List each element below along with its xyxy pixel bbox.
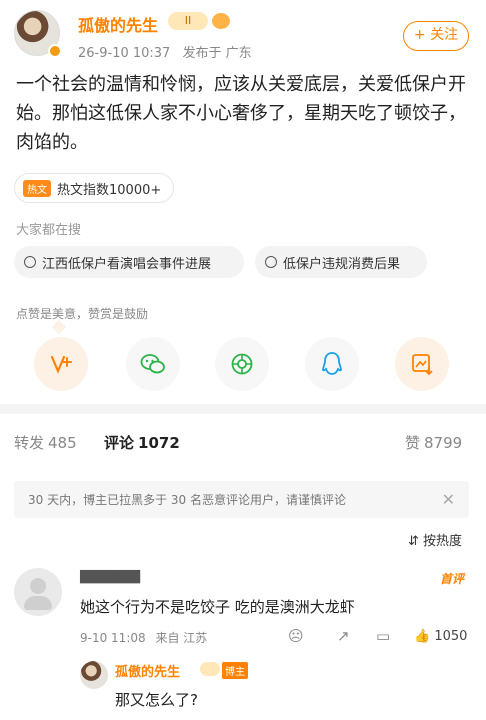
tab-like[interactable]: 赞 8799	[405, 432, 462, 453]
tab-repost-label: 转发	[14, 434, 45, 452]
search-chip-label: 江西低保户看演唱会事件进展	[42, 256, 212, 272]
hot-index-label: 热文指数10000+	[57, 182, 162, 198]
post-content: 一个社会的温情和怜悯，应该从关爱底层，关爱低保户开始。那怕这低保人家不小心奢侈了…	[16, 74, 466, 153]
reward-button[interactable]	[34, 337, 88, 391]
post-time: 26-9-10 10:37	[78, 46, 171, 61]
qq-icon	[322, 352, 342, 375]
author-name[interactable]: 孤傲的先生	[78, 12, 158, 36]
comment-source: 来自 江苏	[155, 631, 208, 645]
tab-comment-label: 评论	[104, 434, 135, 452]
comment-text: 她这个行为不是吃饺子 吃的是澳洲大龙虾	[80, 598, 355, 616]
close-icon[interactable]: ✕	[442, 490, 455, 509]
member-crown-badge: II	[168, 12, 208, 30]
moderation-notice: 30 天内，博主已拉黑多于 30 名恶意评论用户，请谨慎评论 ✕	[14, 481, 469, 518]
commenter-name-redacted[interactable]: ▇▇▇▇▇▇	[80, 569, 140, 584]
share-moments-button[interactable]	[215, 337, 269, 391]
search-section-label: 大家都在搜	[16, 223, 82, 238]
tab-repost-count: 485	[48, 434, 77, 452]
reply-author-name[interactable]: 孤傲的先生	[115, 661, 180, 680]
save-image-button[interactable]	[395, 337, 449, 391]
search-icon	[24, 256, 36, 268]
reply-comment-icon[interactable]: ▭	[376, 627, 390, 645]
wechat-icon	[140, 354, 165, 374]
comment-like-button[interactable]: 👍 1050	[414, 629, 467, 644]
section-divider	[0, 404, 486, 414]
save-image-icon	[412, 354, 433, 376]
tab-comment-count: 1072	[138, 434, 180, 452]
share-wechat-button[interactable]	[126, 337, 180, 391]
commenter-avatar[interactable]	[14, 568, 62, 616]
moments-icon	[231, 353, 253, 375]
reply-author-avatar[interactable]	[80, 661, 108, 689]
default-avatar-head	[30, 578, 46, 594]
author-tag: 博主	[222, 662, 248, 679]
search-chip[interactable]: 低保户违规消费后果	[255, 246, 427, 278]
reply-crown-badge	[200, 662, 220, 676]
sort-label: 按热度	[423, 534, 463, 549]
default-avatar-body	[24, 596, 52, 610]
hot-tag: 热文	[23, 179, 51, 197]
comment-like-count: 1050	[434, 629, 468, 644]
thumbs-up-icon: 👍	[414, 629, 431, 644]
search-icon	[265, 256, 277, 268]
v-plus-icon	[50, 355, 72, 374]
follow-button[interactable]: + 关注	[403, 21, 469, 51]
tab-comment[interactable]: 评论 1072	[104, 432, 180, 453]
tab-like-label: 赞	[405, 434, 421, 452]
sort-icon: ⇵	[408, 534, 419, 549]
share-qq-button[interactable]	[305, 337, 359, 391]
post-location: 发布于 广东	[182, 46, 252, 61]
repost-comment-icon[interactable]: ↗	[337, 627, 350, 645]
reply-text: 那又怎么了?	[115, 691, 198, 709]
post-meta: 26-9-10 10:37 发布于 广东	[78, 42, 260, 61]
like-hint: 点赞是美意，赞赏是鼓励	[16, 307, 149, 321]
hot-index-pill[interactable]: 热文 热文指数10000+	[14, 173, 175, 203]
fox-badge-icon	[212, 13, 230, 29]
verified-badge-icon	[48, 44, 62, 58]
search-chip[interactable]: 江西低保户看演唱会事件进展	[14, 246, 244, 278]
hint-arrow	[51, 319, 67, 335]
tab-repost[interactable]: 转发 485	[14, 432, 77, 453]
first-comment-badge: 首评	[440, 572, 465, 586]
emoji-react-icon[interactable]: ☹	[288, 627, 304, 645]
sort-by-hot-button[interactable]: ⇵ 按热度	[408, 530, 462, 549]
notice-text: 30 天内，博主已拉黑多于 30 名恶意评论用户，请谨慎评论	[28, 493, 346, 507]
search-chip-label: 低保户违规消费后果	[283, 256, 401, 272]
comment-date: 9-10 11:08	[80, 631, 146, 645]
tab-like-count: 8799	[424, 434, 463, 452]
comment-meta: 9-10 11:08 来自 江苏	[80, 629, 213, 646]
